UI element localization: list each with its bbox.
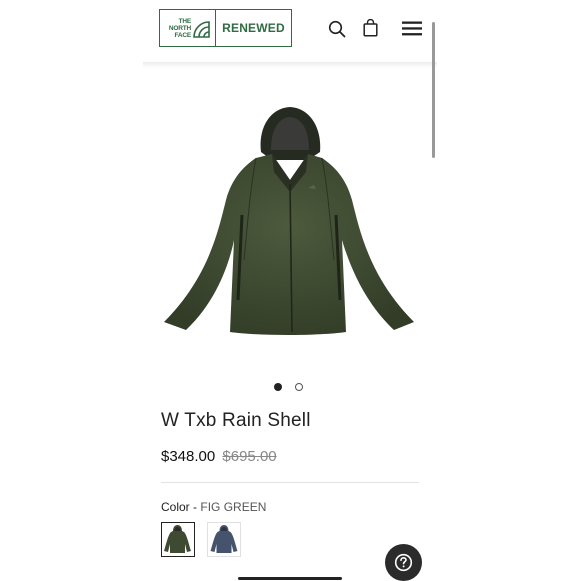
bag-icon[interactable] xyxy=(363,18,378,42)
scrollbar[interactable] xyxy=(432,22,435,158)
header-shadow xyxy=(143,62,437,68)
menu-icon[interactable] xyxy=(402,21,422,41)
price-row: $348.00 $695.00 xyxy=(161,448,277,465)
brand-logo[interactable]: THE NORTH FACE RENEWED xyxy=(159,9,292,47)
product-image[interactable] xyxy=(158,100,420,340)
color-swatch-blue[interactable] xyxy=(207,522,241,557)
renewed-label: RENEWED xyxy=(222,21,285,35)
color-value: FIG GREEN xyxy=(200,500,267,514)
help-icon xyxy=(394,553,413,572)
north-face-logo: THE NORTH FACE xyxy=(160,10,216,46)
carousel-dot-2[interactable] xyxy=(295,383,303,391)
carousel-pagination xyxy=(274,383,303,391)
help-button[interactable] xyxy=(385,544,422,581)
sale-price: $348.00 xyxy=(161,448,216,465)
search-icon[interactable] xyxy=(328,20,346,43)
color-label-text: Color - xyxy=(161,500,198,514)
color-label: Color - FIG GREEN xyxy=(161,500,266,514)
carousel-dot-1[interactable] xyxy=(274,383,282,391)
half-dome-logo-icon xyxy=(193,21,210,38)
product-title: W Txb Rain Shell xyxy=(161,410,311,431)
divider xyxy=(161,482,419,483)
original-price: $695.00 xyxy=(222,448,277,465)
color-swatch-fig-green[interactable] xyxy=(161,522,195,557)
brand-name: THE NORTH FACE xyxy=(168,18,191,39)
